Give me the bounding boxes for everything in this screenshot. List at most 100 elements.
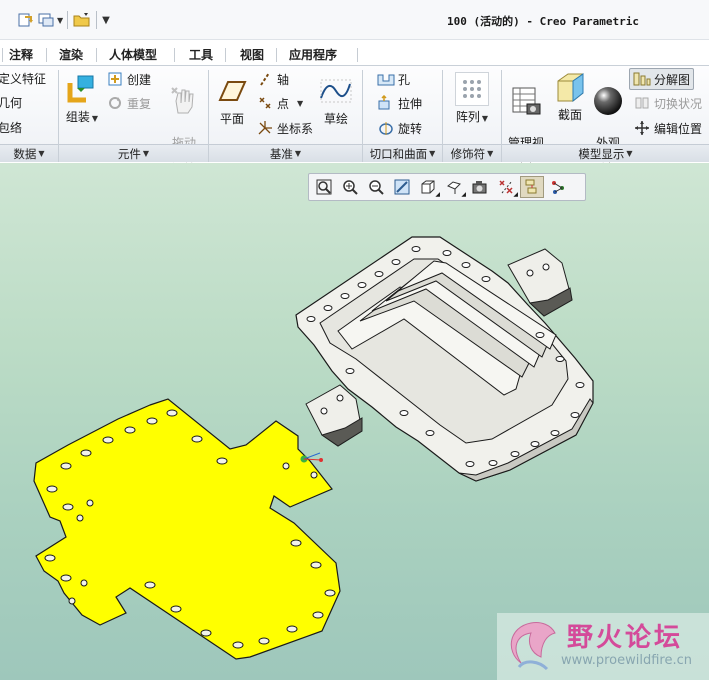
revolve-button[interactable]: 旋转 xyxy=(377,119,422,137)
revolve-icon xyxy=(377,119,395,137)
tab-tools[interactable]: 工具 xyxy=(189,44,213,66)
sketch-label: 草绘 xyxy=(323,112,348,126)
assemble-button[interactable]: 组装 ▼ xyxy=(62,72,102,126)
create-icon xyxy=(106,70,124,88)
coordinate-system-label: 坐标系 xyxy=(277,121,314,136)
chevron-down-icon: ▼ xyxy=(91,114,99,123)
axis-label: 轴 xyxy=(277,72,290,87)
group-cut-and-surface[interactable]: 切口和曲面 ▼ xyxy=(363,144,442,162)
chevron-down-icon: ▼ xyxy=(38,149,45,158)
windows-dropdown-icon[interactable]: ▼ xyxy=(57,16,63,25)
group-modifiers[interactable]: 修饰符 ▼ xyxy=(443,144,501,162)
user-defined-feature-button[interactable]: 定义特征 xyxy=(0,70,46,87)
pattern-button[interactable]: 阵列 ▼ xyxy=(452,72,492,126)
plane-icon xyxy=(215,74,249,108)
pattern-icon xyxy=(455,72,489,106)
toggle-status-icon xyxy=(633,94,651,112)
hole-icon xyxy=(377,70,395,88)
tab-annotate[interactable]: 注释 xyxy=(9,44,33,66)
chevron-down-icon: ▼ xyxy=(294,149,302,158)
ribbon-tabs: 注释 渲染 人体模型 工具 视图 应用程序 xyxy=(0,44,709,66)
user-defined-feature-label: 定义特征 xyxy=(0,72,47,86)
group-label: 基准 xyxy=(269,146,293,161)
chevron-down-icon: ▼ xyxy=(481,114,489,123)
divider xyxy=(96,11,98,29)
create-button[interactable]: 创建 xyxy=(106,70,151,88)
section-label: 截面 xyxy=(557,108,582,122)
group-label: 模型显示 xyxy=(578,146,625,161)
group-datum[interactable]: 基准 ▼ xyxy=(209,144,362,162)
tab-applications[interactable]: 应用程序 xyxy=(289,44,337,66)
tab-view[interactable]: 视图 xyxy=(240,44,264,66)
geometry-button[interactable]: 几何 xyxy=(0,94,22,111)
group-component[interactable]: 元件 ▼ xyxy=(59,144,208,162)
regenerate-icon[interactable] xyxy=(16,10,36,30)
point-label: 点 xyxy=(277,96,290,111)
group-label: 数据 xyxy=(13,146,37,161)
chevron-down-icon: ▼ xyxy=(429,149,436,158)
chevron-down-icon: ▼ xyxy=(297,98,304,108)
edit-position-label: 编辑位置 xyxy=(654,121,703,136)
group-label: 元件 xyxy=(117,146,141,161)
watermark-name: 野火论坛 xyxy=(567,623,684,653)
axis-icon xyxy=(256,70,274,88)
coordinate-system-button[interactable]: 坐标系 xyxy=(256,119,313,137)
group-label: 切口和曲面 xyxy=(369,146,428,161)
coordinate-system-icon xyxy=(256,119,274,137)
customize-icon[interactable]: ▼ xyxy=(102,15,110,26)
watermark: 野火论坛 www.proewildfire.cn xyxy=(497,613,709,680)
repeat-button[interactable]: 重复 xyxy=(106,94,151,112)
point-icon xyxy=(256,94,274,112)
pattern-label: 阵列 xyxy=(455,110,480,124)
hand-icon xyxy=(167,84,201,118)
explode-view-label: 分解图 xyxy=(654,72,691,87)
section-icon xyxy=(553,70,587,104)
formed-plate-part[interactable] xyxy=(295,236,594,482)
group-get-data[interactable]: 数据 ▼ xyxy=(0,144,58,162)
ribbon: 定义特征 几何 包络 数据▼ 组装▼ 创建 重复 拖动 元件 元件▼ xyxy=(0,66,709,164)
flat-pattern-part[interactable] xyxy=(33,398,341,660)
repeat-label: 重复 xyxy=(127,96,152,111)
tab-manikin[interactable]: 人体模型 xyxy=(109,44,157,66)
edit-position-button[interactable]: 编辑位置 xyxy=(633,119,702,137)
point-button[interactable]: 点 ▼ xyxy=(256,94,303,112)
group-model-display[interactable]: 模型显示 ▼ xyxy=(502,144,709,162)
extrude-label: 拉伸 xyxy=(398,96,423,111)
watermark-logo-icon xyxy=(510,622,556,671)
assemble-icon xyxy=(65,72,99,106)
extrude-button[interactable]: 拉伸 xyxy=(377,94,422,112)
explode-view-icon xyxy=(633,70,651,88)
explode-view-button[interactable]: 分解图 xyxy=(629,68,695,90)
sketch-button[interactable]: 草绘 xyxy=(316,74,356,126)
chevron-down-icon: ▼ xyxy=(626,149,633,158)
tab-render[interactable]: 渲染 xyxy=(59,44,83,66)
quick-access-toolbar: ▼ ▼ xyxy=(16,10,110,30)
create-label: 创建 xyxy=(127,72,152,87)
graphics-window[interactable]: ◢ ◢ ◢ xyxy=(0,163,709,680)
toggle-status-button[interactable]: 切换状况 xyxy=(633,94,702,112)
windows-icon[interactable] xyxy=(36,10,56,30)
sketch-icon xyxy=(319,74,353,108)
axis-button[interactable]: 轴 xyxy=(256,70,289,88)
edit-position-icon xyxy=(633,119,651,137)
hole-label: 孔 xyxy=(398,72,411,87)
shrinkwrap-label: 包络 xyxy=(0,121,23,135)
plane-label: 平面 xyxy=(219,112,244,126)
assemble-label: 组装 xyxy=(65,110,90,124)
repeat-icon xyxy=(106,94,124,112)
appearance-sphere-icon xyxy=(591,84,625,118)
chevron-down-icon: ▼ xyxy=(487,149,494,158)
folder-icon[interactable] xyxy=(72,10,92,30)
divider xyxy=(67,11,69,29)
hole-button[interactable]: 孔 xyxy=(377,70,410,88)
shrinkwrap-button[interactable]: 包络 xyxy=(0,119,22,136)
geometry-label: 几何 xyxy=(0,96,23,110)
model-view[interactable] xyxy=(0,163,709,680)
revolve-label: 旋转 xyxy=(398,121,423,136)
plane-button[interactable]: 平面 xyxy=(212,74,252,126)
section-button[interactable]: 截面 xyxy=(552,70,588,122)
toggle-status-label: 切换状况 xyxy=(654,96,703,111)
manage-views-icon xyxy=(509,84,543,118)
group-label: 修饰符 xyxy=(450,146,486,161)
extrude-icon xyxy=(377,94,395,112)
